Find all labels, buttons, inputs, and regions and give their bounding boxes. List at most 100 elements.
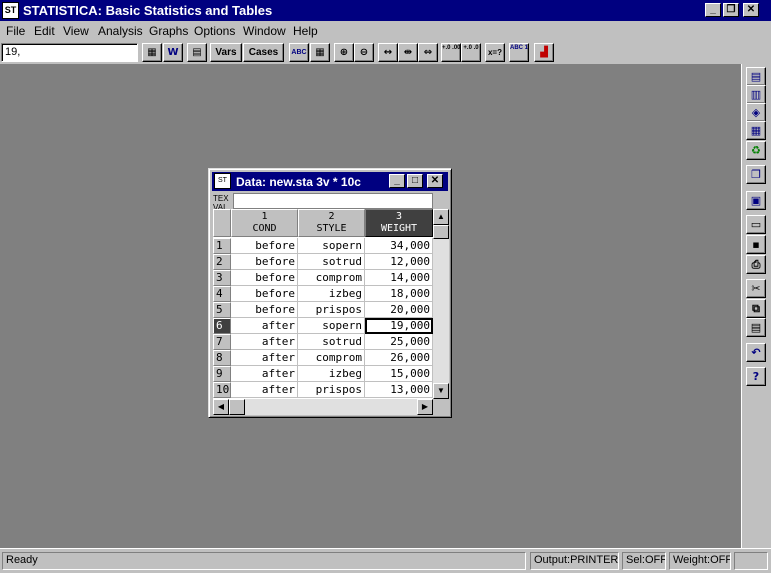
minimize-button[interactable]: _ (705, 3, 721, 17)
column-header-cond[interactable]: 1 COND (231, 209, 298, 237)
undo-icon[interactable]: ↶ (746, 343, 766, 362)
data-window[interactable]: ST Data: new.sta 3v * 10c _ □ ✕ TEX VAL … (208, 168, 452, 418)
active-cell-weight[interactable]: 19,000 (365, 318, 433, 334)
chart-icon[interactable]: ▟ (534, 43, 554, 62)
cell-style[interactable]: prispos (298, 382, 365, 398)
row-header[interactable]: 7 (213, 334, 231, 350)
graph-icon[interactable]: ▥ (746, 85, 766, 104)
column-header-style[interactable]: 2 STYLE (298, 209, 365, 237)
menu-view[interactable]: View (63, 24, 89, 38)
vars-button[interactable]: Vars (210, 43, 242, 62)
chart-gallery-icon[interactable]: ◈ (746, 103, 766, 122)
cell-weight[interactable]: 20,000 (365, 302, 433, 318)
grid-icon[interactable]: ▦ (310, 43, 330, 62)
cell-cond[interactable]: before (231, 238, 298, 254)
scroll-right-arrow-icon[interactable]: ▶ (417, 399, 433, 415)
cell-style[interactable]: sotrud (298, 334, 365, 350)
scroll-down-arrow-icon[interactable]: ▼ (433, 383, 449, 399)
app-title-bar[interactable]: ST STATISTICA: Basic Statistics and Tabl… (0, 0, 771, 21)
data-window-minimize-button[interactable]: _ (389, 174, 405, 188)
cell-style[interactable]: sopern (298, 238, 365, 254)
column-width-icon[interactable]: ⇔ (418, 43, 438, 62)
cell-weight[interactable]: 13,000 (365, 382, 433, 398)
row-header[interactable]: 3 (213, 270, 231, 286)
open-icon[interactable]: ▭ (746, 215, 766, 234)
spreadsheet-icon[interactable]: ▦ (142, 43, 162, 62)
cell-weight[interactable]: 26,000 (365, 350, 433, 366)
vertical-scroll-thumb[interactable] (433, 225, 449, 239)
formula-button[interactable]: x=? (485, 43, 505, 62)
cases-button[interactable]: Cases (243, 43, 284, 62)
menu-file[interactable]: File (6, 24, 25, 38)
scroll-left-arrow-icon[interactable]: ◀ (213, 399, 229, 415)
data-window-title-bar[interactable]: ST Data: new.sta 3v * 10c _ □ ✕ (212, 172, 448, 191)
status-selection[interactable]: Sel:OFF (622, 552, 666, 570)
row-header[interactable]: 2 (213, 254, 231, 270)
app-icon[interactable]: ST (2, 2, 19, 19)
recycle-icon[interactable]: ♻ (746, 141, 766, 160)
zoom-in-icon[interactable]: ⊕ (334, 43, 354, 62)
abc-font-icon[interactable]: ABC (289, 43, 309, 62)
cell-weight[interactable]: 18,000 (365, 286, 433, 302)
row-header-selected[interactable]: 6 (213, 318, 231, 334)
cell-cond[interactable]: before (231, 270, 298, 286)
cell-cond[interactable]: after (231, 366, 298, 382)
cell-cond[interactable]: after (231, 334, 298, 350)
menu-edit[interactable]: Edit (34, 24, 55, 38)
cell-style[interactable]: comprom (298, 270, 365, 286)
cell-cond[interactable]: before (231, 254, 298, 270)
menu-window[interactable]: Window (243, 24, 286, 38)
menu-help[interactable]: Help (293, 24, 318, 38)
cell-style[interactable]: izbeg (298, 286, 365, 302)
cell-cond[interactable]: after (231, 382, 298, 398)
header-field[interactable] (233, 193, 433, 209)
data-window-maximize-button[interactable]: □ (407, 174, 423, 188)
decrease-decimal-button[interactable]: +.0 .0 (461, 43, 481, 62)
cell-style[interactable]: prispos (298, 302, 365, 318)
cell-style[interactable]: sotrud (298, 254, 365, 270)
stats-module-icon[interactable]: ▤ (746, 67, 766, 86)
save-icon[interactable]: ▪ (746, 235, 766, 254)
cell-weight[interactable]: 34,000 (365, 238, 433, 254)
cell-style[interactable]: comprom (298, 350, 365, 366)
row-header[interactable]: 1 (213, 238, 231, 254)
grid-corner[interactable] (213, 209, 231, 237)
copy-icon[interactable]: ⧉ (746, 299, 766, 318)
horizontal-scrollbar[interactable]: ◀ ▶ (213, 399, 433, 415)
copy-window-icon[interactable]: ❐ (746, 165, 766, 184)
row-header[interactable]: 5 (213, 302, 231, 318)
grid-module-icon[interactable]: ▦ (746, 121, 766, 140)
cell-cond[interactable]: before (231, 286, 298, 302)
scroll-up-arrow-icon[interactable]: ▲ (433, 209, 449, 225)
narrow-column-icon[interactable]: ⇹ (398, 43, 418, 62)
paste-icon[interactable]: ▤ (746, 318, 766, 337)
help-icon[interactable]: ? (746, 367, 766, 386)
cell-value-input[interactable]: 19, (1, 43, 138, 62)
cell-weight[interactable]: 15,000 (365, 366, 433, 382)
restore-button[interactable]: ❐ (723, 3, 739, 17)
cell-weight[interactable]: 14,000 (365, 270, 433, 286)
row-header[interactable]: 4 (213, 286, 231, 302)
row-header[interactable]: 9 (213, 366, 231, 382)
print-icon[interactable]: ⎙ (746, 255, 766, 274)
row-header[interactable]: 10 (213, 382, 231, 398)
status-weight[interactable]: Weight:OFF (669, 552, 731, 570)
cell-style[interactable]: sopern (298, 318, 365, 334)
cell-weight[interactable]: 12,000 (365, 254, 433, 270)
cell-cond[interactable]: before (231, 302, 298, 318)
cell-weight[interactable]: 25,000 (365, 334, 433, 350)
menu-graphs[interactable]: Graphs (149, 24, 188, 38)
increase-decimal-button[interactable]: +.0 .00 (441, 43, 461, 62)
zoom-out-icon[interactable]: ⊖ (354, 43, 374, 62)
status-output[interactable]: Output:PRINTER (530, 552, 619, 570)
data-window-close-button[interactable]: ✕ (427, 174, 443, 188)
word-icon[interactable]: W (163, 43, 183, 62)
text-values-button[interactable]: ABC 123 (509, 43, 529, 62)
menu-analysis[interactable]: Analysis (98, 24, 143, 38)
cell-style[interactable]: izbeg (298, 366, 365, 382)
horizontal-scroll-thumb[interactable] (229, 399, 245, 415)
cut-icon[interactable]: ✂ (746, 279, 766, 298)
cell-cond[interactable]: after (231, 318, 298, 334)
cell-cond[interactable]: after (231, 350, 298, 366)
table-icon[interactable]: ▤ (187, 43, 207, 62)
